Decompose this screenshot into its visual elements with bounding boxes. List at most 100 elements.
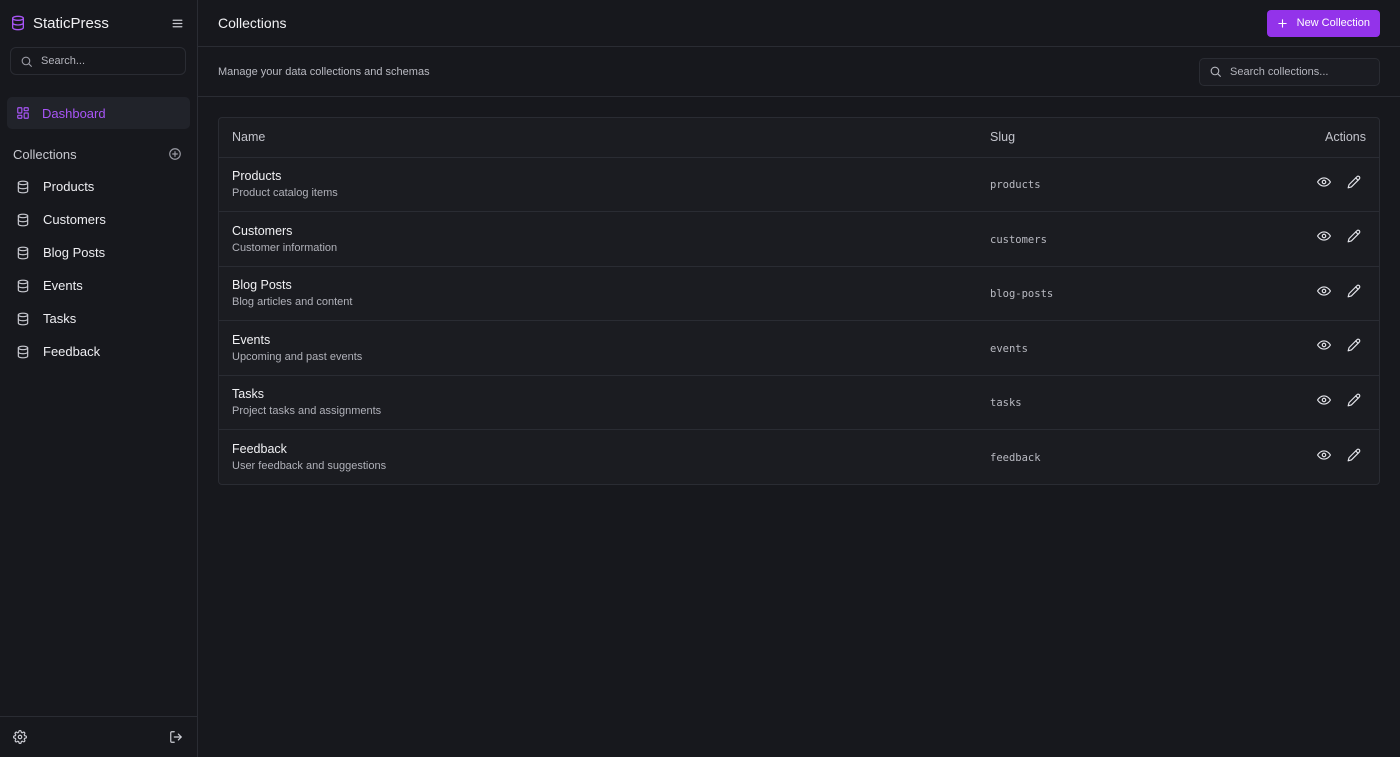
gear-icon[interactable] — [13, 730, 27, 744]
eye-icon[interactable] — [1316, 448, 1331, 462]
eye-icon[interactable] — [1316, 284, 1331, 298]
new-collection-button[interactable]: New Collection — [1266, 9, 1380, 37]
pencil-icon[interactable] — [1347, 175, 1361, 189]
sidebar: StaticPress Dashboard Collections — [0, 0, 198, 757]
table-row: Events Upcoming and past events events — [219, 321, 1379, 376]
row-name[interactable]: Blog Posts — [232, 278, 990, 292]
sidebar-item-label: Dashboard — [42, 105, 106, 121]
page-title: Collections — [218, 15, 287, 31]
row-name-cell: Blog Posts Blog articles and content — [219, 266, 990, 321]
log-out-icon[interactable] — [169, 730, 183, 744]
table-row: Customers Customer information customers — [219, 212, 1379, 267]
hamburger-menu-icon[interactable] — [169, 15, 185, 31]
row-slug: events — [990, 342, 1028, 355]
pencil-icon[interactable] — [1347, 393, 1361, 407]
eye-icon[interactable] — [1316, 229, 1331, 243]
sidebar-item-feedback[interactable]: Feedback — [0, 335, 197, 368]
database-icon — [16, 180, 30, 194]
pencil-icon[interactable] — [1347, 284, 1361, 298]
main-content: Collections New Collection Manage your d… — [198, 0, 1400, 757]
sidebar-item-label: Events — [43, 278, 83, 293]
row-name-cell: Feedback User feedback and suggestions — [219, 430, 990, 485]
column-header-slug: Slug — [990, 118, 1170, 158]
row-description: Customer information — [232, 241, 338, 254]
collections-table-container: Name Slug Actions Products Product catal… — [218, 117, 1380, 485]
sidebar-item-products[interactable]: Products — [0, 170, 197, 203]
eye-icon[interactable] — [1316, 175, 1331, 189]
row-name-cell: Events Upcoming and past events — [219, 321, 990, 376]
sidebar-item-events[interactable]: Events — [0, 269, 197, 302]
page-description: Manage your data collections and schemas — [218, 65, 430, 78]
sidebar-item-tasks[interactable]: Tasks — [0, 302, 197, 335]
database-icon — [16, 345, 30, 359]
row-description: Blog articles and content — [232, 296, 353, 309]
sidebar-item-blog-posts[interactable]: Blog Posts — [0, 236, 197, 269]
row-description: Project tasks and assignments — [232, 405, 382, 418]
sidebar-search-input[interactable] — [41, 55, 171, 67]
search-icon — [1209, 65, 1222, 78]
top-bar: Collections New Collection — [198, 0, 1400, 47]
row-slug-cell: customers — [990, 212, 1170, 267]
eye-icon[interactable] — [1316, 338, 1331, 352]
table-row: Blog Posts Blog articles and content blo… — [219, 266, 1379, 321]
brand-header: StaticPress — [0, 0, 197, 46]
row-slug: products — [990, 179, 1041, 192]
sidebar-item-label: Feedback — [43, 344, 101, 359]
database-icon — [16, 246, 30, 260]
sidebar-search — [10, 47, 186, 75]
row-actions-cell — [1170, 157, 1379, 212]
sidebar-item-label: Products — [43, 179, 95, 194]
collections-heading: Collections — [13, 146, 77, 162]
table-row: Feedback User feedback and suggestions f… — [219, 430, 1379, 485]
sidebar-item-dashboard[interactable]: Dashboard — [7, 97, 190, 129]
eye-icon[interactable] — [1316, 393, 1331, 407]
row-name-cell: Customers Customer information — [219, 212, 990, 267]
row-slug-cell: tasks — [990, 375, 1170, 430]
row-slug-cell: blog-posts — [990, 266, 1170, 321]
column-header-name: Name — [219, 118, 990, 158]
row-slug-cell: products — [990, 157, 1170, 212]
row-slug-cell: feedback — [990, 430, 1170, 485]
sidebar-footer — [0, 716, 197, 757]
row-name[interactable]: Tasks — [232, 387, 990, 401]
table-row: Products Product catalog items products — [219, 157, 1379, 212]
database-icon — [10, 14, 26, 32]
pencil-icon[interactable] — [1347, 448, 1361, 462]
collections-table: Name Slug Actions Products Product catal… — [219, 118, 1379, 484]
collections-nav-list: Products Customers Blog Posts Events Tas… — [0, 169, 197, 368]
layout-dashboard-icon — [16, 106, 30, 120]
collections-search-input[interactable] — [1230, 65, 1370, 78]
row-name-cell: Tasks Project tasks and assignments — [219, 375, 990, 430]
row-name[interactable]: Products — [232, 169, 990, 183]
row-actions-cell — [1170, 430, 1379, 485]
sidebar-item-label: Customers — [43, 212, 106, 227]
row-name[interactable]: Customers — [232, 224, 990, 238]
sidebar-item-label: Tasks — [43, 311, 77, 326]
row-actions-cell — [1170, 375, 1379, 430]
plus-circle-icon[interactable] — [168, 147, 182, 161]
plus-icon — [1277, 18, 1288, 29]
collections-search — [1199, 57, 1380, 86]
database-icon — [16, 279, 30, 293]
row-name[interactable]: Feedback — [232, 442, 990, 456]
row-slug: blog-posts — [990, 288, 1054, 301]
table-header-row: Name Slug Actions — [219, 118, 1379, 158]
app-root: StaticPress Dashboard Collections — [0, 0, 1400, 757]
row-slug-cell: events — [990, 321, 1170, 376]
row-actions-cell — [1170, 321, 1379, 376]
sub-header: Manage your data collections and schemas — [198, 47, 1400, 97]
row-slug: customers — [990, 233, 1047, 246]
row-description: Product catalog items — [232, 187, 338, 200]
collections-section-header: Collections — [0, 139, 197, 169]
sidebar-item-customers[interactable]: Customers — [0, 203, 197, 236]
column-header-actions: Actions — [1170, 118, 1379, 158]
row-slug: tasks — [990, 397, 1022, 410]
row-slug: feedback — [990, 452, 1041, 464]
database-icon — [16, 213, 30, 227]
row-description: User feedback and suggestions — [232, 460, 387, 472]
pencil-icon[interactable] — [1347, 338, 1361, 352]
row-name[interactable]: Events — [232, 333, 990, 347]
database-icon — [16, 312, 30, 326]
pencil-icon[interactable] — [1347, 229, 1361, 243]
app-name: StaticPress — [33, 14, 109, 32]
